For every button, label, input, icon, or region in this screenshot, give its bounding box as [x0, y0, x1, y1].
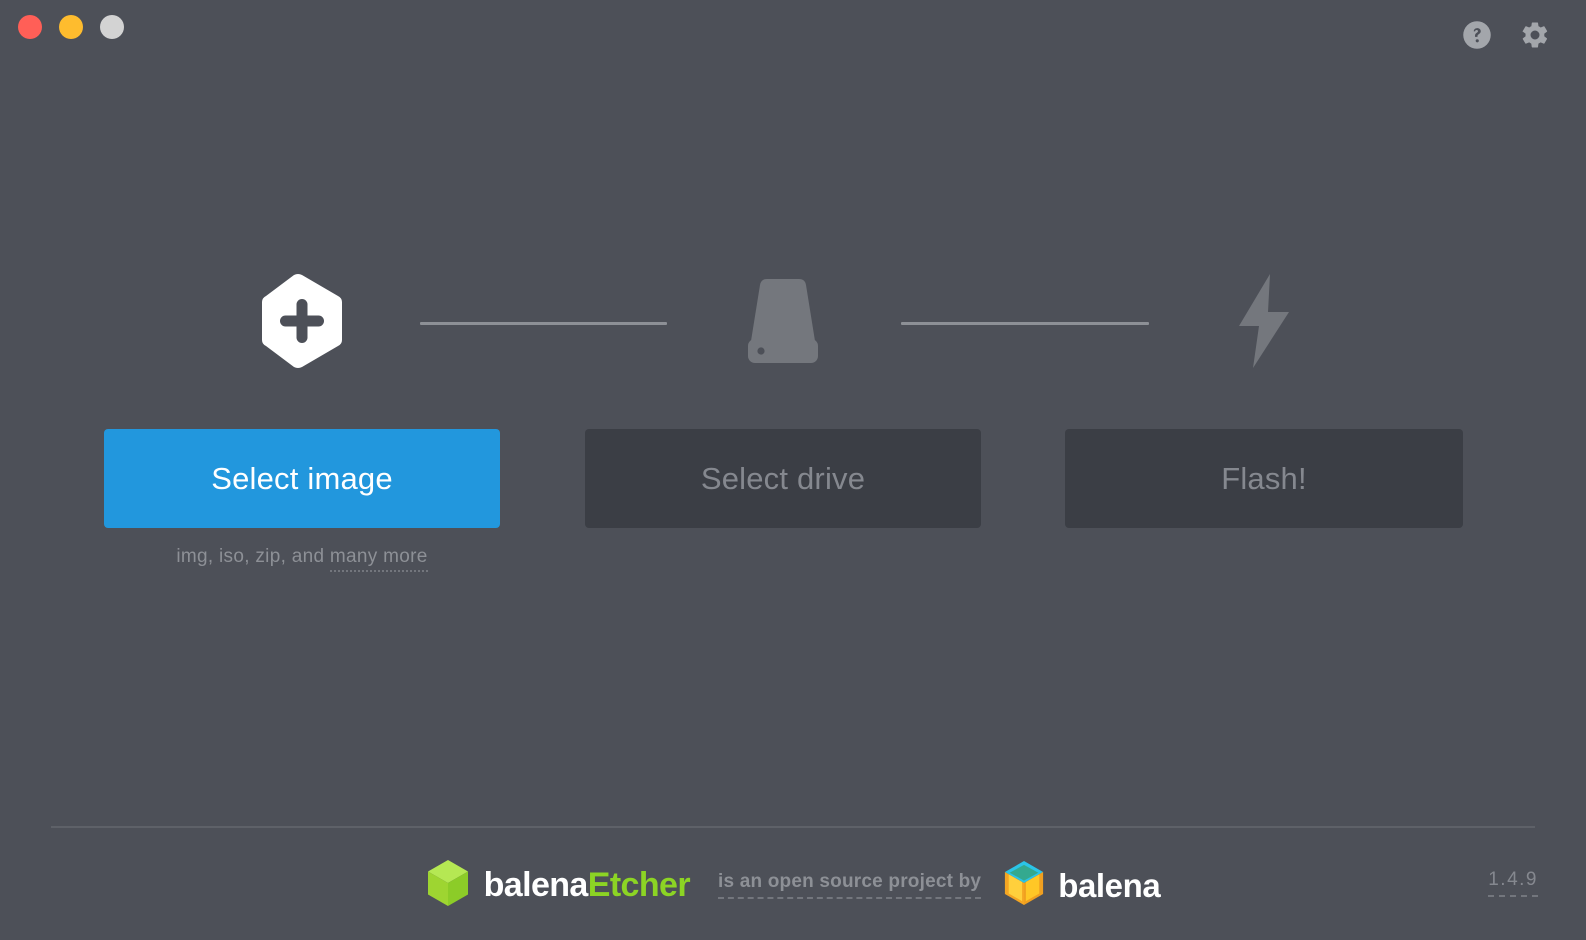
plus-hexagon-icon — [259, 273, 345, 374]
step-icon-row — [0, 268, 1586, 398]
balena-logo: balena — [1003, 860, 1161, 911]
flash-stage — [0, 268, 1586, 398]
lightning-bolt-icon — [1227, 272, 1301, 375]
window-maximize-button[interactable] — [100, 15, 124, 39]
window-close-button[interactable] — [18, 15, 42, 39]
supported-formats-hint: img, iso, zip, and many more — [104, 546, 500, 572]
footer-center: balenaEtcher is an open source project b… — [0, 855, 1586, 915]
etcher-word-balena: balena — [483, 866, 589, 904]
window-minimize-button[interactable] — [59, 15, 83, 39]
balena-etcher-logo: balenaEtcher — [426, 859, 691, 912]
etcher-word-etcher: Etcher — [587, 866, 691, 904]
balena-wordmark: balena — [1058, 866, 1161, 904]
version-label[interactable]: 1.4.9 — [1488, 869, 1538, 897]
title-bar-actions — [1462, 20, 1550, 50]
balena-etcher-cube-icon — [426, 859, 470, 912]
gear-icon[interactable] — [1520, 20, 1550, 50]
select-image-button[interactable]: Select image — [104, 429, 500, 528]
footer-divider — [51, 826, 1535, 828]
step-button-row: Select image Select drive Flash! — [0, 429, 1586, 529]
title-bar — [0, 0, 1586, 56]
open-source-tagline[interactable]: is an open source project by — [717, 871, 982, 899]
step-connector-1 — [420, 322, 667, 325]
balena-cube-icon — [1003, 860, 1045, 911]
drive-icon — [743, 275, 823, 372]
window-controls — [18, 15, 124, 39]
select-drive-button[interactable]: Select drive — [585, 429, 981, 528]
supported-formats-prefix: img, iso, zip, and — [176, 546, 330, 567]
help-icon[interactable] — [1462, 20, 1492, 50]
flash-button[interactable]: Flash! — [1065, 429, 1463, 528]
footer: balenaEtcher is an open source project b… — [0, 855, 1586, 915]
supported-formats-link[interactable]: many more — [329, 546, 428, 572]
step-connector-2 — [901, 322, 1149, 325]
balena-etcher-wordmark: balenaEtcher — [483, 866, 691, 904]
